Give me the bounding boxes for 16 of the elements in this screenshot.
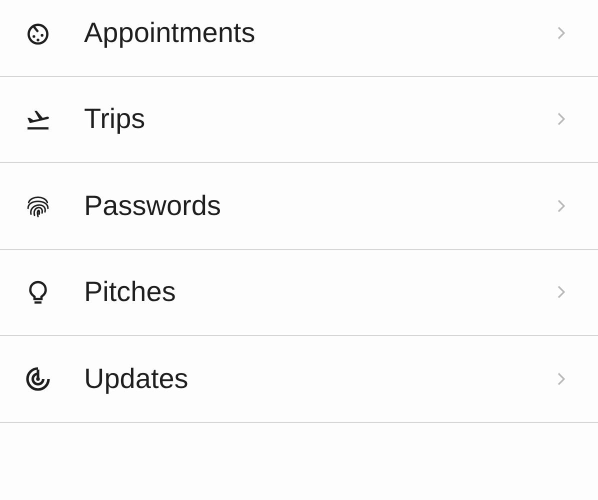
chevron-icon [557, 285, 566, 300]
item-label: Passwords [84, 188, 222, 223]
list-item[interactable]: Pitches [0, 250, 598, 336]
chevron-icon [557, 26, 566, 40]
radar-icon [24, 364, 52, 393]
list-item[interactable]: Appointments [0, 0, 598, 76]
list-item[interactable]: Passwords [0, 163, 598, 250]
item-label: Appointments [84, 16, 256, 50]
list-item[interactable]: Trips [0, 76, 598, 163]
list-item[interactable]: Updates [0, 336, 598, 422]
chevron-icon [557, 198, 566, 213]
item-label: Updates [84, 362, 190, 396]
item-label: Trips [84, 102, 146, 136]
item-label: Pitches [84, 275, 177, 310]
chevron-icon [557, 112, 566, 126]
chevron-icon [557, 372, 566, 386]
